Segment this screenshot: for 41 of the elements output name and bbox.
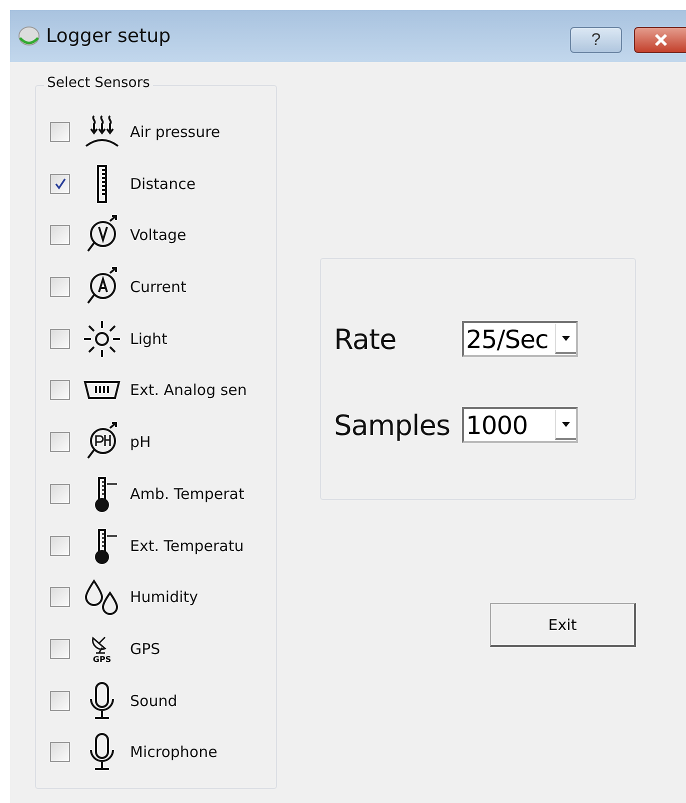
caret-icon bbox=[562, 422, 570, 426]
checkbox[interactable] bbox=[50, 742, 70, 762]
checkbox[interactable] bbox=[50, 277, 70, 298]
app-logo-icon bbox=[18, 25, 40, 47]
caret-icon bbox=[562, 336, 570, 340]
checkbox[interactable] bbox=[50, 690, 70, 711]
setting-label: Samples bbox=[334, 408, 452, 442]
close-icon bbox=[652, 33, 668, 47]
sensor-label: pH bbox=[130, 433, 151, 452]
dropdown[interactable]: 1000 bbox=[462, 407, 578, 443]
sensor-label: Distance bbox=[130, 174, 196, 193]
sensor-label: Light bbox=[130, 330, 168, 348]
close-button[interactable] bbox=[634, 27, 686, 53]
sensor-label: Humidity bbox=[130, 588, 198, 606]
checkmark-icon bbox=[54, 178, 66, 190]
checkbox[interactable] bbox=[50, 536, 70, 556]
sensor-label: Voltage bbox=[130, 226, 186, 244]
checkbox[interactable] bbox=[50, 587, 70, 608]
sensor-label: Microphone bbox=[130, 743, 218, 762]
sensor-label: Sound bbox=[130, 692, 178, 710]
sensor-label: Amb. Temperat bbox=[130, 484, 244, 503]
checkbox[interactable] bbox=[50, 380, 70, 400]
checkbox[interactable] bbox=[50, 638, 70, 659]
sensor-label: Current bbox=[130, 278, 186, 296]
help-button[interactable]: ? bbox=[570, 27, 622, 53]
window-title: Logger setup bbox=[46, 25, 172, 47]
exit-button[interactable]: Exit bbox=[490, 603, 636, 647]
sensor-label: Ext. Temperatu bbox=[130, 536, 244, 554]
dropdown[interactable]: 25/Sec bbox=[462, 321, 578, 357]
checkbox[interactable] bbox=[50, 174, 70, 194]
checkbox[interactable] bbox=[50, 225, 70, 246]
checkbox[interactable] bbox=[50, 328, 70, 349]
setting-label: Rate bbox=[334, 322, 398, 356]
checkbox[interactable] bbox=[50, 484, 70, 504]
ruler-icon bbox=[97, 164, 107, 203]
checkbox[interactable] bbox=[50, 122, 70, 142]
sensor-label: Air pressure bbox=[130, 123, 220, 141]
sensor-label: Ext. Analog sen bbox=[130, 381, 247, 400]
sensor-label: GPS bbox=[130, 640, 160, 658]
checkbox[interactable] bbox=[50, 432, 70, 452]
sun-icon bbox=[82, 318, 122, 359]
